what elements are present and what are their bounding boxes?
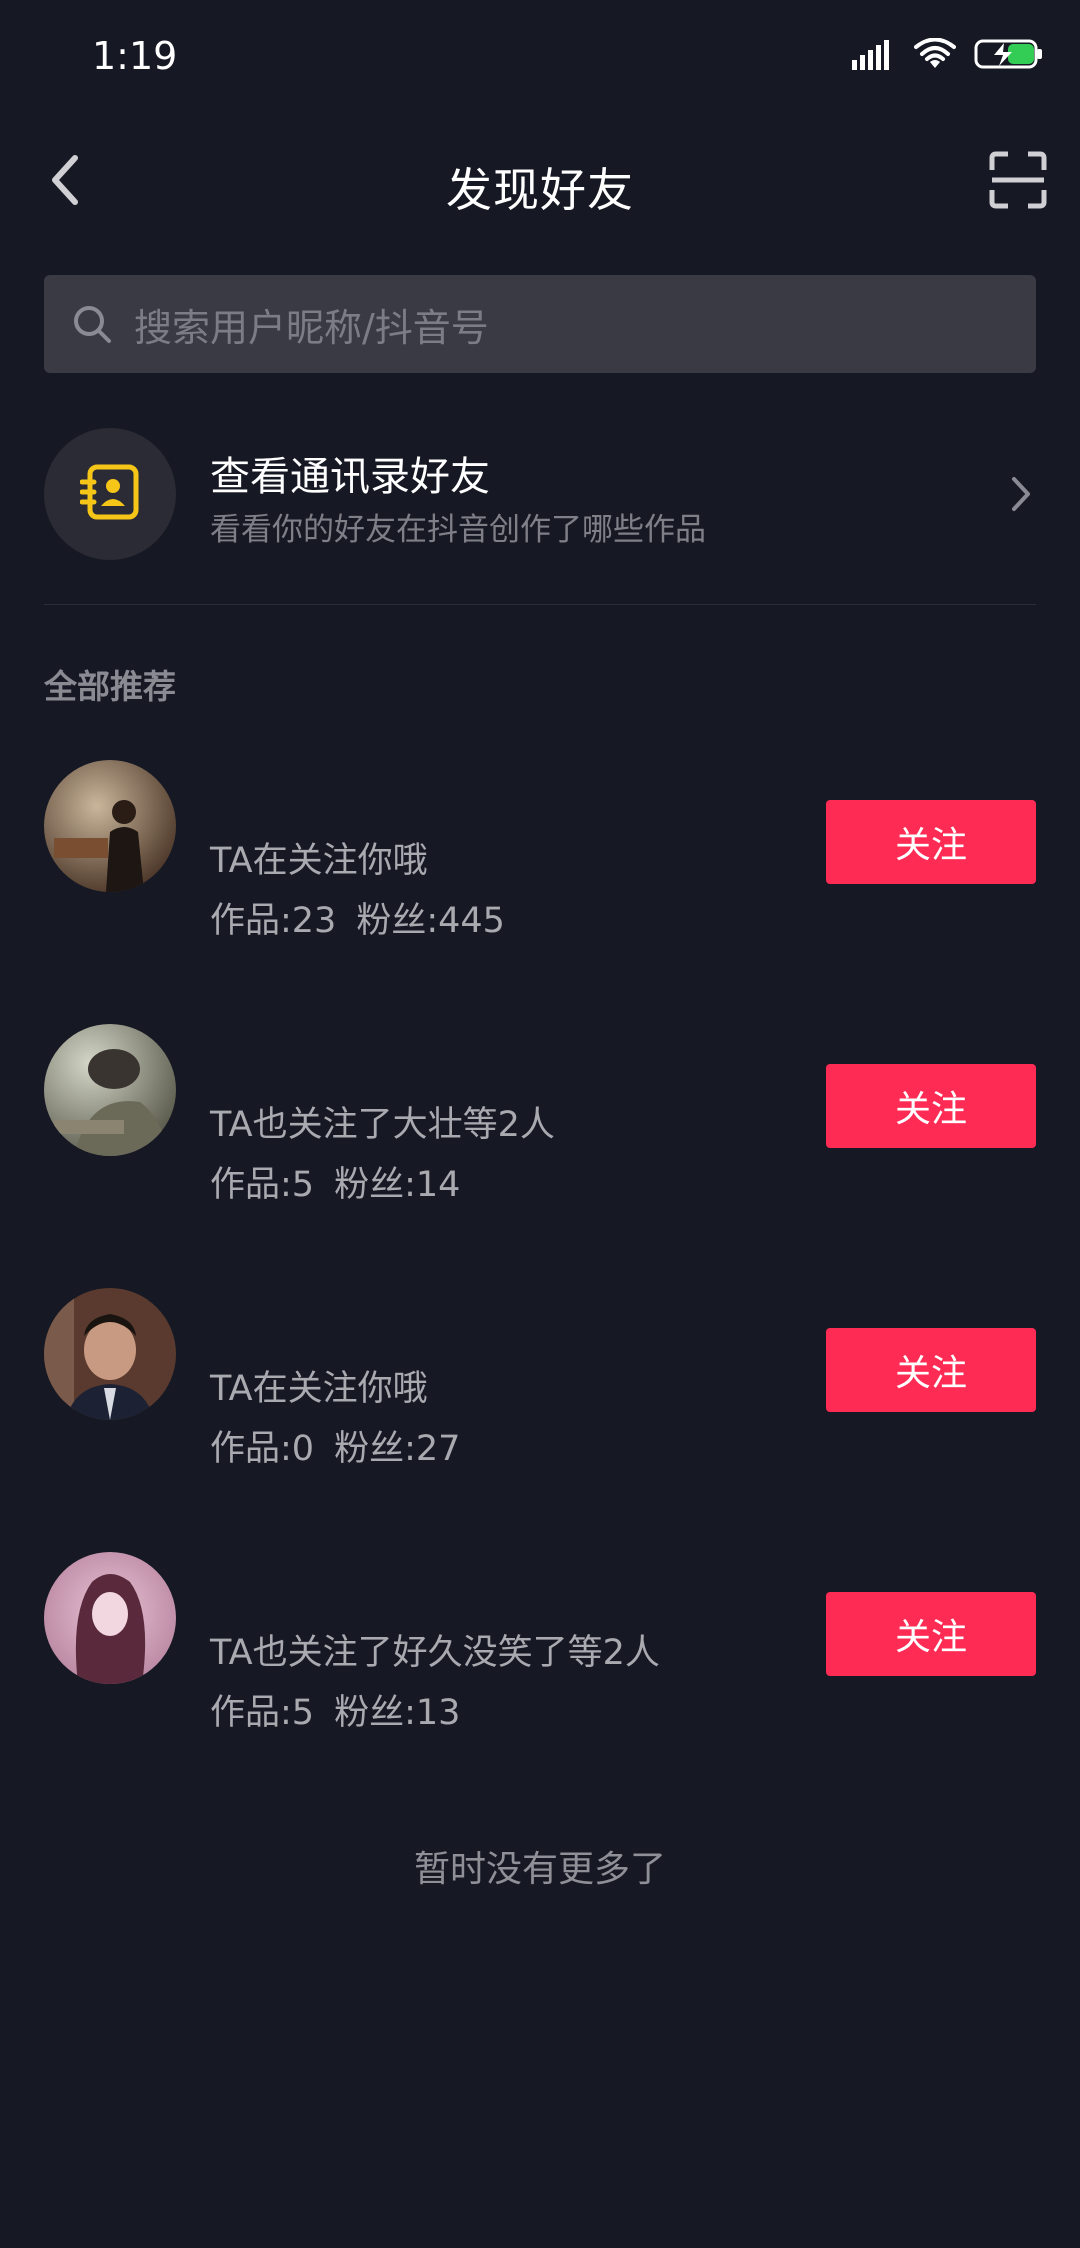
battery-icon — [974, 38, 1044, 74]
works-count: 作品:5 — [210, 1165, 315, 1205]
fans-count: 粉丝:14 — [334, 1165, 461, 1205]
follow-button[interactable]: 关注 — [826, 800, 1036, 884]
user-row[interactable]: TA也关注了大壮等2人 作品:5 粉丝:14 关注 — [44, 1024, 1036, 1207]
user-description: TA也关注了大壮等2人 — [210, 1105, 555, 1145]
no-more-text: 暂时没有更多了 — [413, 1849, 666, 1890]
contacts-icon-wrap — [44, 428, 176, 560]
search-placeholder: 搜索用户昵称/抖音号 — [134, 305, 489, 350]
page-title: 发现好友 — [446, 163, 634, 217]
works-count: 作品:0 — [210, 1429, 315, 1469]
user-description: TA也关注了好久没笑了等2人 — [210, 1633, 660, 1673]
status-icons — [852, 37, 1044, 74]
user-description: TA在关注你哦 — [210, 1369, 428, 1409]
search-input[interactable]: 搜索用户昵称/抖音号 — [44, 275, 1036, 373]
avatar[interactable] — [44, 1552, 176, 1684]
avatar[interactable] — [44, 760, 176, 892]
search-icon — [70, 302, 114, 346]
user-row[interactable]: TA在关注你哦 作品:23 粉丝:445 关注 — [44, 760, 1036, 943]
follow-button[interactable]: 关注 — [826, 1328, 1036, 1412]
contacts-friends-row[interactable]: 查看通讯录好友 看看你的好友在抖音创作了哪些作品 — [44, 428, 1036, 562]
avatar[interactable] — [44, 1288, 176, 1420]
user-stats: 作品:5 粉丝:14 — [210, 1156, 480, 1207]
fans-count: 粉丝:13 — [334, 1693, 461, 1733]
wifi-icon — [914, 37, 956, 74]
chevron-right-icon — [1006, 472, 1036, 516]
scan-icon — [988, 151, 1048, 214]
user-stats: 作品:23 粉丝:445 — [210, 892, 525, 943]
user-description: TA在关注你哦 — [210, 841, 428, 881]
contacts-subtitle: 看看你的好友在抖音创作了哪些作品 — [210, 512, 706, 548]
user-row[interactable]: TA也关注了好久没笑了等2人 作品:5 粉丝:13 关注 — [44, 1552, 1036, 1735]
user-stats: 作品:5 粉丝:13 — [210, 1684, 480, 1735]
header: 发现好友 — [0, 120, 1080, 246]
follow-button[interactable]: 关注 — [826, 1592, 1036, 1676]
section-title: 全部推荐 — [44, 667, 176, 706]
works-count: 作品:23 — [210, 901, 337, 941]
fans-count: 粉丝:27 — [334, 1429, 461, 1469]
avatar[interactable] — [44, 1024, 176, 1156]
follow-button[interactable]: 关注 — [826, 1064, 1036, 1148]
contacts-title: 查看通讯录好友 — [210, 454, 490, 500]
status-time: 1:19 — [92, 34, 178, 78]
user-stats: 作品:0 粉丝:27 — [210, 1420, 480, 1471]
works-count: 作品:5 — [210, 1693, 315, 1733]
fans-count: 粉丝:445 — [356, 901, 505, 941]
scan-button[interactable] — [988, 150, 1048, 210]
signal-icon — [852, 38, 896, 74]
user-row[interactable]: TA在关注你哦 作品:0 粉丝:27 关注 — [44, 1288, 1036, 1471]
status-bar: 1:19 — [0, 0, 1080, 120]
contact-book-icon — [79, 464, 140, 524]
divider — [44, 604, 1036, 605]
